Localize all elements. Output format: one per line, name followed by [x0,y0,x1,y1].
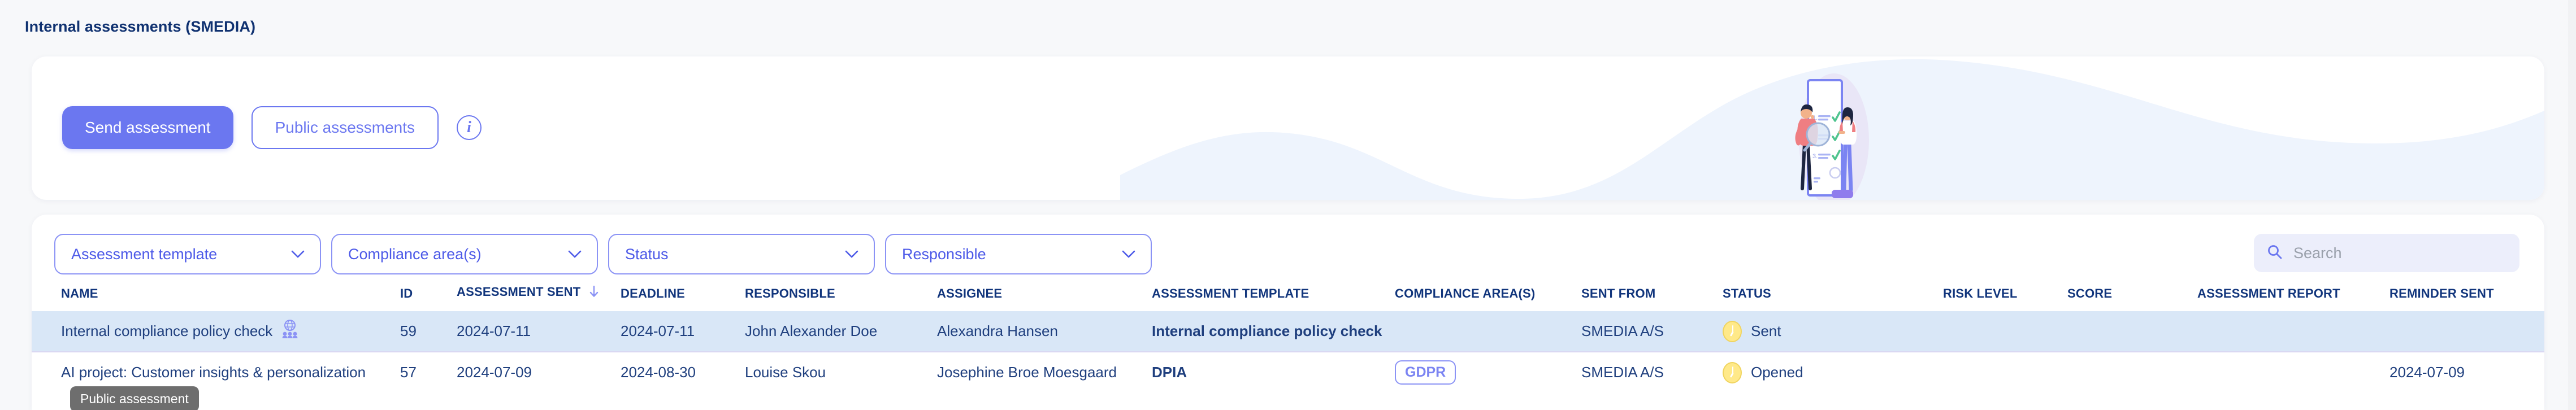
cell-status: Sent [1723,311,1943,352]
chevron-down-icon [844,250,859,259]
col-header-name[interactable]: NAME [61,285,400,311]
compliance-area-badge: GDPR [1395,360,1456,385]
chevron-down-icon [567,250,582,259]
cell-name: Internal compliance policy check [61,311,400,352]
col-header-risk-level[interactable]: RISK LEVEL [1943,285,2067,311]
cell-risk-level [1943,311,2067,352]
col-header-compliance-areas[interactable]: COMPLIANCE AREA(S) [1395,285,1581,311]
info-icon[interactable]: i [457,115,482,140]
cell-status: Opened [1723,351,1943,392]
col-header-status[interactable]: STATUS [1723,285,1943,311]
filter-compliance-areas-label: Compliance area(s) [348,245,482,263]
col-header-score[interactable]: SCORE [2067,285,2197,311]
sort-descending-arrow-icon [589,285,599,301]
cell-score [2067,311,2197,352]
send-assessment-button[interactable]: Send assessment [62,106,233,149]
cell-sent-from: SMEDIA A/S [1581,311,1723,352]
filter-status-label: Status [625,245,669,263]
public-assessment-globe-icon[interactable] [280,319,300,343]
cell-score [2067,351,2197,392]
cell-deadline: 2024-08-30 [621,351,745,392]
cell-assessment-template-link[interactable]: DPIA [1152,351,1395,392]
assessments-table-card: Assessment template Compliance area(s) S… [32,215,2544,410]
svg-text:3.: 3. [1812,153,1818,160]
page-scrollbar-track[interactable] [2568,0,2576,410]
tooltip-public-assessment: Public assessment [70,386,199,410]
cell-compliance-areas: GDPR [1395,351,1581,392]
col-header-sent-from[interactable]: SENT FROM [1581,285,1723,311]
cell-responsible: Louise Skou [745,351,937,392]
status-label: Opened [1751,364,1803,381]
cell-assessment-report [2197,311,2389,352]
col-header-assignee[interactable]: ASSIGNEE [937,285,1152,311]
filter-assessment-template-label: Assessment template [71,245,218,263]
filter-compliance-areas[interactable]: Compliance area(s) [331,234,598,274]
filter-assessment-template[interactable]: Assessment template [54,234,321,274]
spacer-col [32,285,61,311]
assessments-table: NAME ID ASSESSMENT SENT DEADLINE RESPONS… [32,285,2544,392]
cell-risk-level [1943,351,2067,392]
cell-id: 57 [400,351,457,392]
cell-responsible: John Alexander Doe [745,311,937,352]
cell-reminder-sent [2389,311,2544,352]
col-header-responsible[interactable]: RESPONSIBLE [745,285,937,311]
spacer-cell [32,351,61,392]
table-header: NAME ID ASSESSMENT SENT DEADLINE RESPONS… [32,285,2544,311]
cell-sent-from: SMEDIA A/S [1581,351,1723,392]
col-header-assessment-sent[interactable]: ASSESSMENT SENT [457,285,621,311]
cell-assessment-report [2197,351,2389,392]
hero-action-row: Send assessment Public assessments i [62,106,482,149]
col-header-id[interactable]: ID [400,285,457,311]
table-row[interactable]: Internal compliance policy check 59 2024… [32,311,2544,352]
search-input[interactable] [2293,244,2507,262]
cell-deadline: 2024-07-11 [621,311,745,352]
public-assessments-button[interactable]: Public assessments [251,106,439,149]
filter-responsible-label: Responsible [902,245,986,263]
filter-bar: Assessment template Compliance area(s) S… [54,234,1152,274]
cell-compliance-areas [1395,311,1581,352]
cell-id: 59 [400,311,457,352]
hero-banner: 1. 2. 3. [32,56,2544,200]
table-row[interactable]: AI project: Customer insights & personal… [32,351,2544,392]
assessments-page: Internal assessments (SMEDIA) 1. 2. 3. [0,0,2576,410]
chevron-down-icon [290,250,305,259]
chevron-down-icon [1121,250,1136,259]
col-header-assessment-template[interactable]: ASSESSMENT TEMPLATE [1152,285,1395,311]
search-icon [2266,243,2283,263]
status-label: Sent [1751,322,1781,339]
assessment-checklist-illustration: 1. 2. 3. [1795,73,1869,200]
table-header-row: NAME ID ASSESSMENT SENT DEADLINE RESPONS… [32,285,2544,311]
clock-icon [1723,361,1742,383]
cell-reminder-sent: 2024-07-09 [2389,351,2544,392]
row-name-text: Internal compliance policy check [61,322,273,339]
row-name-text: AI project: Customer insights & personal… [61,364,366,381]
cell-assessment-template-link[interactable]: Internal compliance policy check [1152,311,1395,352]
search-box[interactable] [2254,234,2519,272]
col-header-reminder-sent[interactable]: REMINDER SENT [2389,285,2544,311]
filter-responsible[interactable]: Responsible [885,234,1152,274]
spacer-cell [32,311,61,352]
cell-assignee: Josephine Broe Moesgaard [937,351,1152,392]
page-title: Internal assessments (SMEDIA) [25,18,256,35]
col-header-assessment-report[interactable]: ASSESSMENT REPORT [2197,285,2389,311]
cell-assessment-sent: 2024-07-09 [457,351,621,392]
cell-assignee: Alexandra Hansen [937,311,1152,352]
clock-icon [1723,320,1742,342]
filter-status[interactable]: Status [608,234,875,274]
table-body: Internal compliance policy check 59 2024… [32,311,2544,392]
col-header-deadline[interactable]: DEADLINE [621,285,745,311]
cell-assessment-sent: 2024-07-11 [457,311,621,352]
